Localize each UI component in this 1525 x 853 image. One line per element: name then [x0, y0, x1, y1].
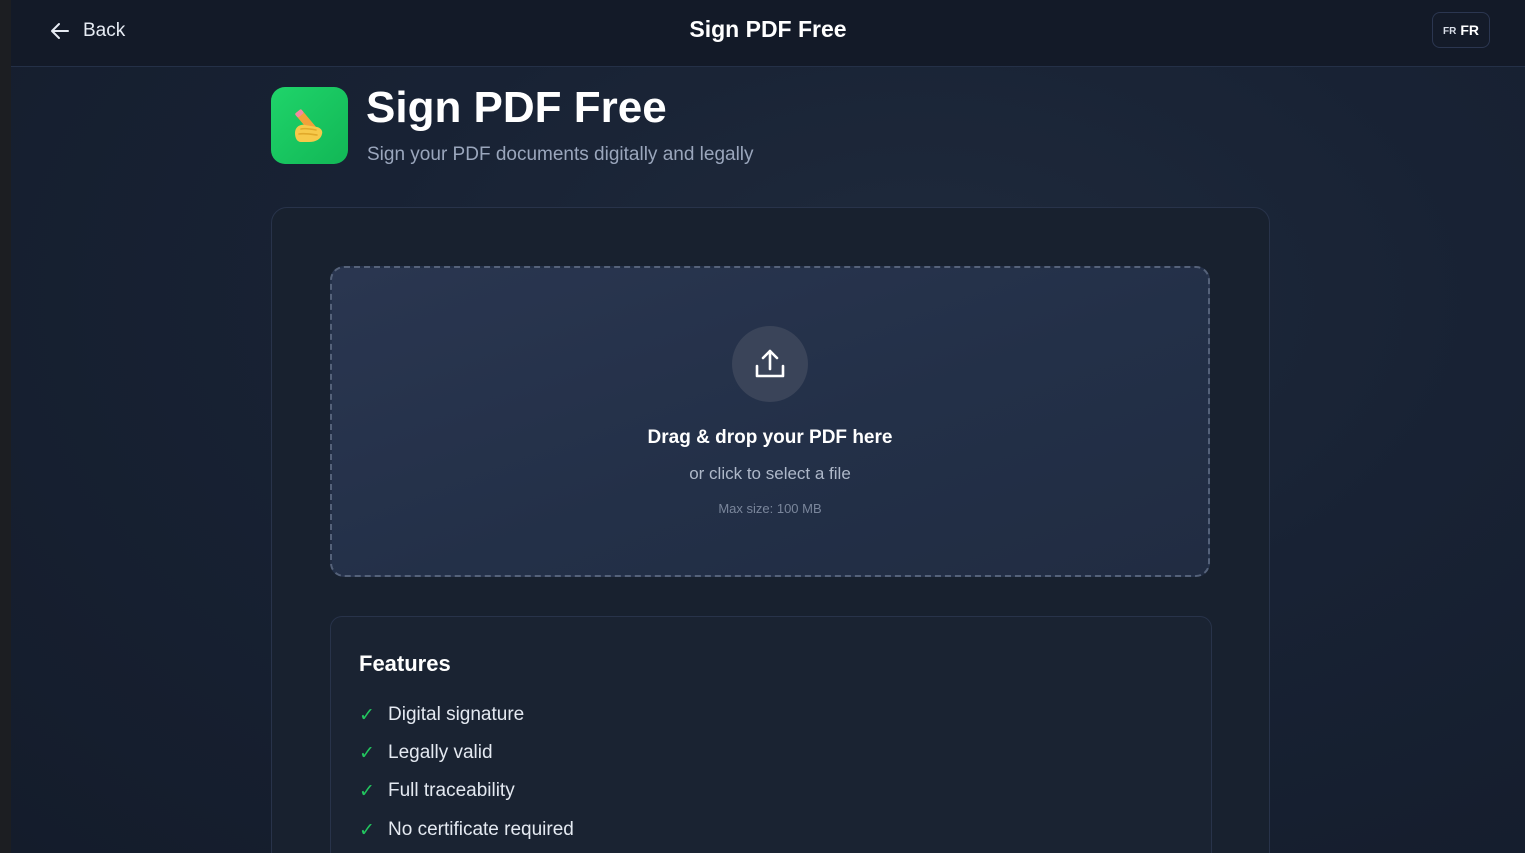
upload-icon: [732, 326, 808, 402]
pdf-dropzone[interactable]: Drag & drop your PDF here or click to se…: [330, 266, 1210, 577]
app-root: Back Sign PDF Free FR FR Sign PDF Free S…: [11, 0, 1525, 853]
flag-icon: FR: [1442, 25, 1457, 37]
language-switcher[interactable]: FR FR: [1432, 12, 1490, 48]
dropzone-title: Drag & drop your PDF here: [647, 427, 893, 448]
features-title: Features: [359, 651, 451, 676]
feature-label: No certificate required: [388, 819, 574, 840]
check-icon: ✓: [359, 704, 375, 726]
check-icon: ✓: [359, 780, 375, 802]
dropzone-subtitle: or click to select a file: [689, 464, 851, 483]
hero-title: Sign PDF Free: [366, 83, 667, 132]
top-bar: Back Sign PDF Free FR FR: [11, 0, 1525, 67]
list-item: ✓ Digital signature: [359, 702, 524, 728]
language-code: FR: [1460, 22, 1479, 38]
features-panel: Features ✓ Digital signature ✓ Legally v…: [330, 616, 1212, 853]
check-icon: ✓: [359, 819, 375, 841]
feature-label: Legally valid: [388, 742, 493, 763]
max-size-note: Max size: 100 MB: [718, 501, 822, 516]
list-item: ✓ No certificate required: [359, 817, 574, 843]
check-icon: ✓: [359, 742, 375, 764]
window-edge: [0, 0, 11, 853]
list-item: ✓ Legally valid: [359, 740, 493, 766]
writing-hand-icon: [271, 87, 348, 164]
page-title: Sign PDF Free: [689, 16, 847, 42]
list-item: ✓ Full traceability: [359, 778, 515, 804]
feature-label: Digital signature: [388, 704, 525, 725]
feature-label: Full traceability: [388, 780, 515, 801]
hero-subtitle: Sign your PDF documents digitally and le…: [367, 144, 754, 165]
